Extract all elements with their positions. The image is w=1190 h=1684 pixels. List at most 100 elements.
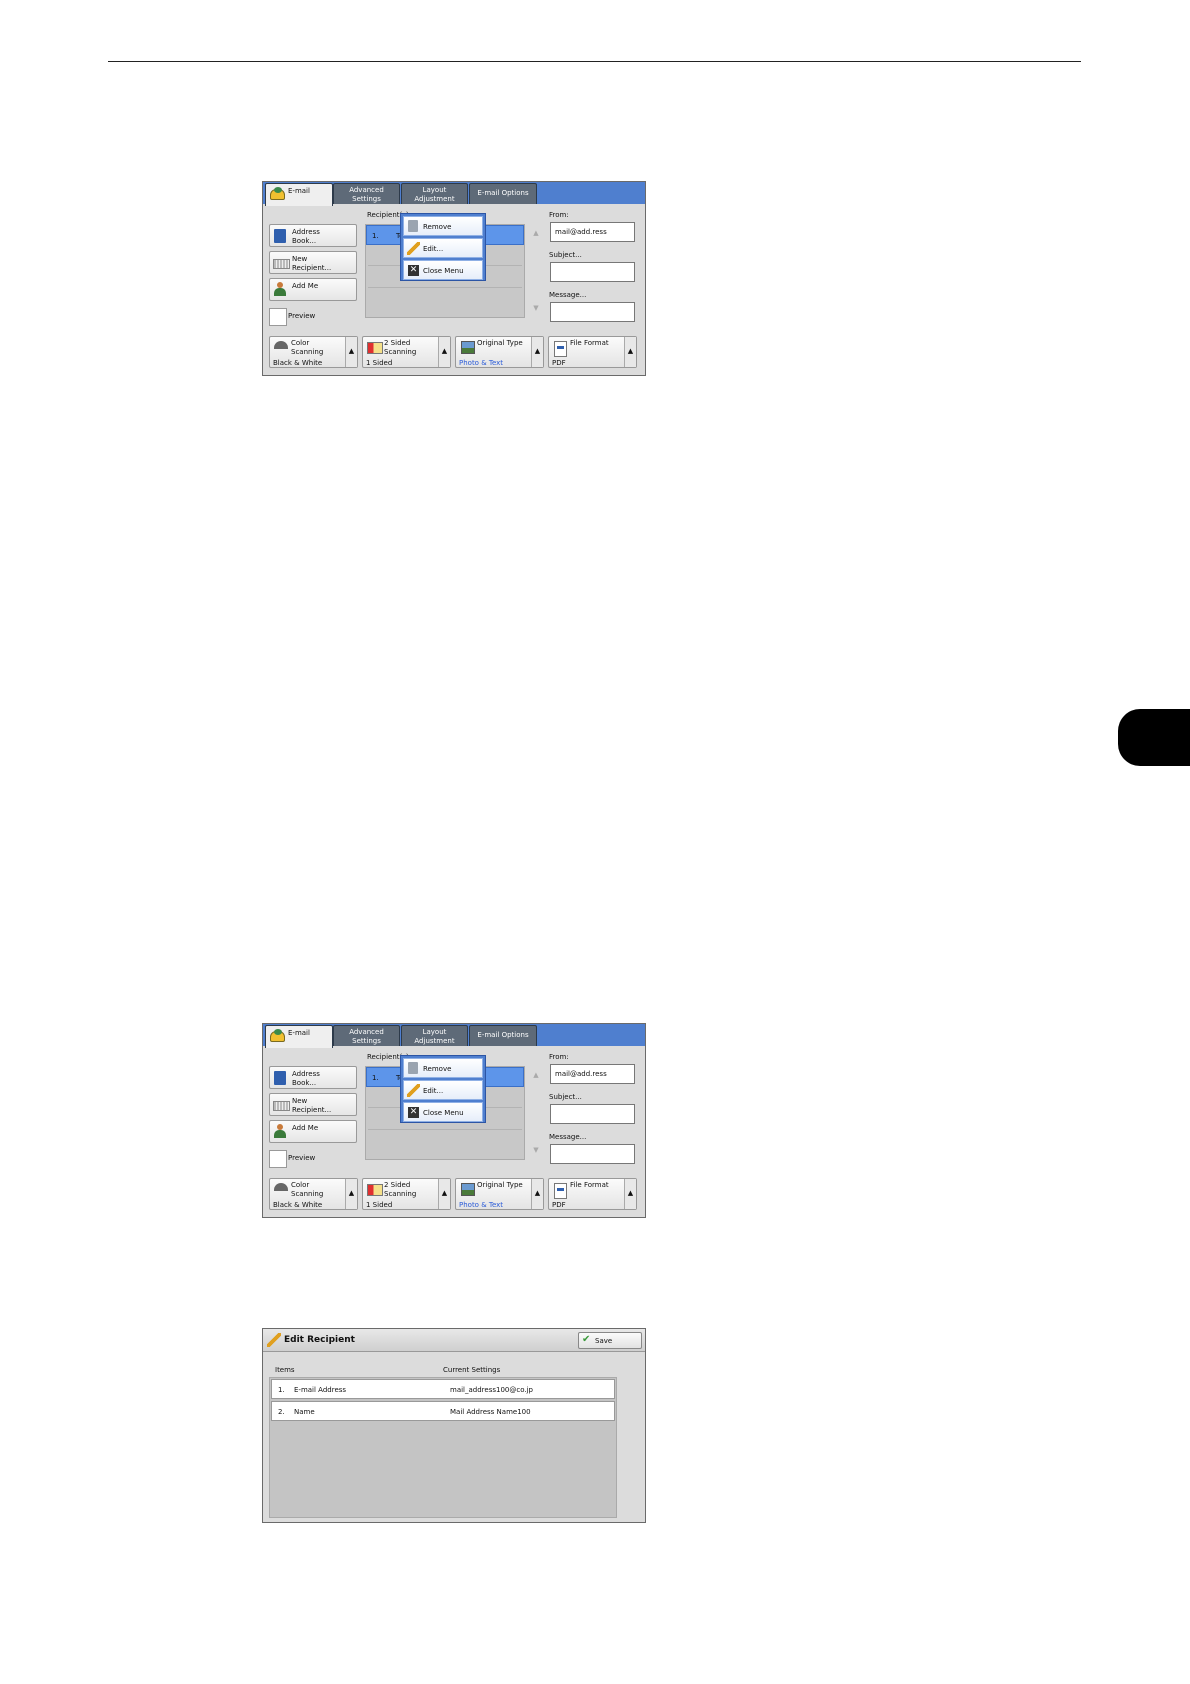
new-recipient-label: New Recipient... [292, 255, 332, 272]
preview-checkbox[interactable] [269, 1150, 287, 1168]
tab-email[interactable]: E-mail [265, 1025, 333, 1048]
save-button[interactable]: ✔ Save [578, 1332, 642, 1349]
close-menu-label: Close Menu [423, 1109, 464, 1117]
new-recipient-button[interactable]: New Recipient... [269, 251, 357, 274]
recipient-scrollbar[interactable]: ▲ ▼ [525, 1066, 547, 1158]
button-title: 2 Sided Scanning [384, 339, 417, 356]
color-scanning-button[interactable]: Color Scanning Black & White ▲ [269, 336, 358, 368]
current-settings-column-header: Current Settings [443, 1366, 501, 1374]
address-book-label: Address Book... [292, 228, 320, 245]
keyboard-icon [273, 1101, 290, 1111]
remove-menu-item[interactable]: Remove [403, 216, 483, 236]
message-label: Message... [549, 1133, 587, 1141]
color-mode-icon [274, 341, 288, 349]
edit-icon [267, 1333, 281, 1347]
edit-icon [407, 1084, 420, 1097]
tab-email-options[interactable]: E-mail Options [469, 1025, 537, 1046]
email-icon [270, 1029, 285, 1042]
color-mode-icon [274, 1183, 288, 1191]
tab-layout-adjustment[interactable]: Layout Adjustment [401, 183, 468, 204]
preview-checkbox[interactable] [269, 308, 287, 326]
from-value: mail@add.ress [555, 1070, 607, 1078]
original-type-button[interactable]: Original Type Photo & Text ▲ [455, 336, 544, 368]
button-title: Original Type [477, 339, 523, 347]
settings-row-email[interactable]: 1. E-mail Address mail_address100@co.jp [271, 1379, 615, 1399]
duplex-icon [367, 1184, 383, 1196]
file-format-button[interactable]: File Format PDF ▲ [548, 336, 637, 368]
button-title: Color Scanning [291, 1181, 324, 1198]
row-item: Name [294, 1408, 315, 1416]
up-arrow-icon[interactable]: ▲ [624, 337, 636, 367]
two-sided-scanning-button[interactable]: 2 Sided Scanning 1 Sided ▲ [362, 336, 451, 368]
remove-menu-item[interactable]: Remove [403, 1058, 483, 1078]
up-arrow-icon[interactable]: ▲ [531, 337, 543, 367]
recipient-scrollbar[interactable]: ▲ ▼ [525, 224, 547, 316]
close-menu-item[interactable]: ✕ Close Menu [403, 260, 483, 280]
tab-label-line2: Adjustment [414, 1037, 455, 1045]
recipient-number: 1. [372, 1074, 379, 1082]
original-type-button[interactable]: Original Type Photo & Text ▲ [455, 1178, 544, 1210]
message-field[interactable] [550, 1144, 635, 1164]
row-item: E-mail Address [294, 1386, 347, 1394]
row-number: 2. [278, 1408, 285, 1416]
tab-email[interactable]: E-mail [265, 183, 333, 206]
subject-field[interactable] [550, 1104, 635, 1124]
close-menu-label: Close Menu [423, 267, 464, 275]
address-book-button[interactable]: Address Book... [269, 224, 357, 247]
from-label: From: [549, 1053, 569, 1061]
up-arrow-icon[interactable]: ▲ [345, 337, 357, 367]
tab-label-line1: Advanced [349, 1028, 384, 1036]
subject-field[interactable] [550, 262, 635, 282]
scroll-down-icon[interactable]: ▼ [525, 1146, 547, 1154]
close-icon: ✕ [408, 265, 419, 276]
tab-label-line2: Adjustment [414, 195, 455, 203]
button-value: Black & White [273, 359, 323, 367]
button-value: PDF [552, 1201, 566, 1209]
from-field[interactable]: mail@add.ress [550, 222, 635, 242]
email-screen-1: E-mail Advanced Settings Layout Adjustment… [262, 181, 646, 376]
scroll-up-icon[interactable]: ▲ [525, 229, 547, 237]
button-value: Photo & Text [459, 359, 504, 367]
checkmark-icon: ✔ [582, 1334, 591, 1345]
settings-row-name[interactable]: 2. Name Mail Address Name100 [271, 1401, 615, 1421]
address-book-button[interactable]: Address Book... [269, 1066, 357, 1089]
up-arrow-icon[interactable]: ▲ [438, 1179, 450, 1209]
tab-advanced-settings[interactable]: Advanced Settings [333, 183, 400, 204]
tab-label-line1: Layout [422, 1028, 447, 1036]
close-icon: ✕ [408, 1107, 419, 1118]
items-column-header: Items [275, 1366, 295, 1374]
color-scanning-button[interactable]: Color Scanning Black & White ▲ [269, 1178, 358, 1210]
person-icon [274, 282, 286, 297]
new-recipient-button[interactable]: New Recipient... [269, 1093, 357, 1116]
tab-label-line1: E-mail Options [477, 189, 529, 197]
add-me-button[interactable]: Add Me [269, 278, 357, 301]
tab-advanced-settings[interactable]: Advanced Settings [333, 1025, 400, 1046]
two-sided-scanning-button[interactable]: 2 Sided Scanning 1 Sided ▲ [362, 1178, 451, 1210]
row-value: mail_address100@co.jp [450, 1386, 533, 1394]
up-arrow-icon[interactable]: ▲ [624, 1179, 636, 1209]
add-me-label: Add Me [292, 282, 319, 290]
edit-menu-item[interactable]: Edit... [403, 238, 483, 258]
up-arrow-icon[interactable]: ▲ [345, 1179, 357, 1209]
file-format-button[interactable]: File Format PDF ▲ [548, 1178, 637, 1210]
edit-label: Edit... [423, 1087, 444, 1095]
button-title: Color Scanning [291, 339, 324, 356]
person-icon [274, 1124, 286, 1139]
up-arrow-icon[interactable]: ▲ [531, 1179, 543, 1209]
tab-email-options[interactable]: E-mail Options [469, 183, 537, 204]
from-field[interactable]: mail@add.ress [550, 1064, 635, 1084]
scroll-down-icon[interactable]: ▼ [525, 304, 547, 312]
context-menu: Remove Edit... ✕ Close Menu [400, 1055, 486, 1123]
edit-recipient-title: Edit Recipient [284, 1335, 355, 1345]
tab-layout-adjustment[interactable]: Layout Adjustment [401, 1025, 468, 1046]
scroll-up-icon[interactable]: ▲ [525, 1071, 547, 1079]
message-field[interactable] [550, 302, 635, 322]
add-me-button[interactable]: Add Me [269, 1120, 357, 1143]
close-menu-item[interactable]: ✕ Close Menu [403, 1102, 483, 1122]
up-arrow-icon[interactable]: ▲ [438, 337, 450, 367]
email-screen-2: E-mail Advanced Settings Layout Adjustment… [262, 1023, 646, 1218]
button-title: File Format [570, 339, 609, 347]
photo-icon [461, 1183, 475, 1196]
keyboard-icon [273, 259, 290, 269]
edit-menu-item[interactable]: Edit... [403, 1080, 483, 1100]
